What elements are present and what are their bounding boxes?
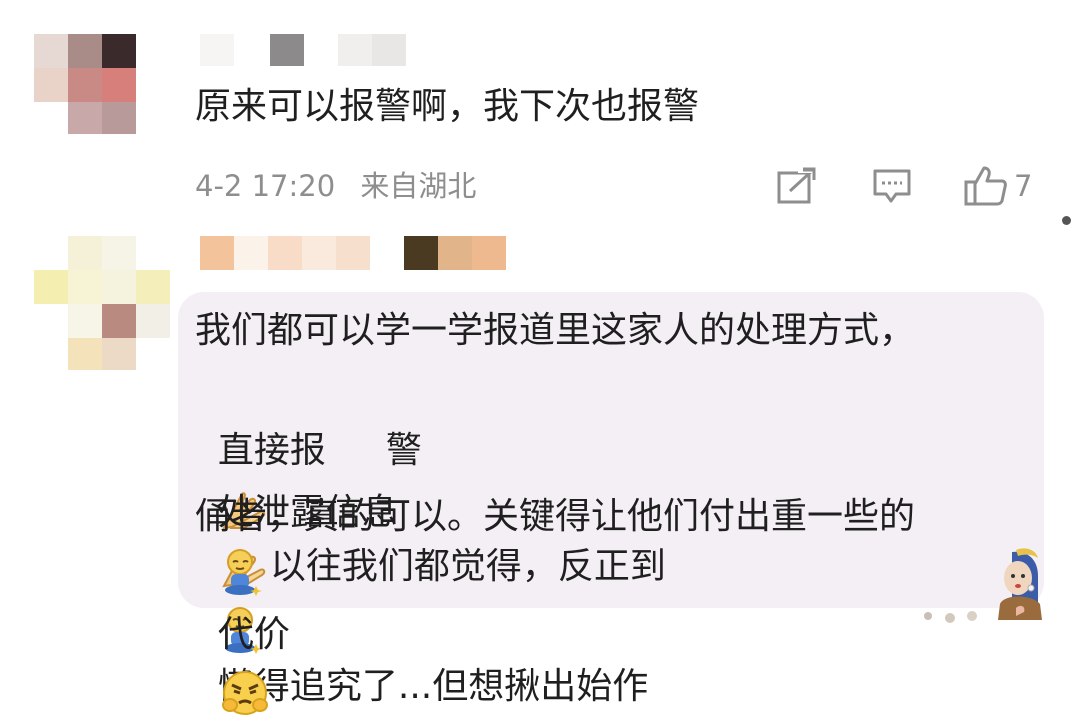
forward-icon	[777, 167, 816, 204]
timestamp: 4-2 17:20	[195, 169, 336, 203]
comment-icon	[873, 169, 911, 203]
comment-text: 原来可以报警啊，我下次也报警	[195, 86, 700, 127]
forward-button[interactable]	[776, 164, 818, 208]
avatar[interactable]	[34, 34, 154, 134]
avatar[interactable]	[34, 236, 170, 370]
comment-meta: 4-2 17:20 来自湖北	[195, 164, 492, 208]
comment-line-5: 代价	[195, 548, 290, 722]
comment-line-1: 我们都可以学一学报道里这家人的处理方式，	[195, 310, 916, 351]
scroll-indicator	[1062, 216, 1071, 225]
girl-with-pearl-earring-sticker	[924, 548, 1042, 623]
location: 来自湖北	[360, 169, 477, 203]
username[interactable]	[200, 34, 410, 66]
like-count: 7	[1014, 169, 1033, 203]
comment-button[interactable]	[872, 164, 912, 208]
username[interactable]	[200, 236, 510, 270]
text-segment: 代价	[217, 614, 290, 655]
like-button[interactable]: 7	[964, 164, 1032, 208]
comment-line-4: 俑者，真的可以。关键得让他们付出重一些的	[195, 496, 916, 537]
thumbs-up-icon	[964, 166, 1007, 206]
angry-face-emoji	[221, 671, 268, 715]
